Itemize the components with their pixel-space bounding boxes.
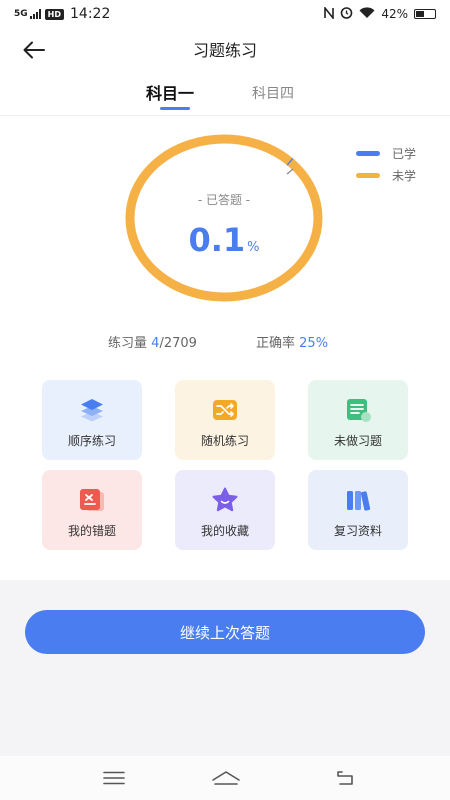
arrow-left-icon — [23, 41, 45, 59]
review-materials-tile[interactable]: 复习资料 — [308, 470, 408, 550]
action-area — [0, 580, 450, 756]
accuracy-rate: 正确率 25% — [256, 332, 328, 351]
back-button[interactable] — [18, 34, 50, 66]
legend-label-unlearned: 未学 — [391, 168, 416, 183]
tile-label: 复习资料 — [333, 524, 382, 538]
tab-subject-four[interactable]: 科目四 — [252, 83, 294, 103]
battery-percent: 42% — [381, 7, 408, 21]
divider — [0, 115, 450, 116]
wifi-icon — [359, 6, 375, 22]
shuffle-icon — [211, 396, 239, 424]
system-navigation-bar — [0, 756, 450, 800]
wrong-question-icon — [78, 486, 106, 514]
legend-item-learned: 已学 — [355, 142, 416, 164]
wrong-questions-tile[interactable]: 我的错题 — [42, 470, 142, 550]
tile-label: 随机练习 — [200, 434, 249, 448]
favorites-tile[interactable]: 我的收藏 — [175, 470, 275, 550]
continue-last-answer-button[interactable]: 继续上次答题 — [25, 610, 425, 654]
home-icon — [212, 771, 240, 785]
menu-button[interactable] — [99, 768, 129, 788]
app-header: 习题练习 — [0, 28, 450, 70]
practice-stats: 练习量 4/2709 正确率 25% — [0, 332, 450, 352]
star-icon — [211, 486, 239, 514]
tile-label: 顺序练习 — [67, 434, 116, 448]
back-icon — [337, 771, 353, 785]
page-title: 习题练习 — [192, 41, 257, 60]
ring-start-tick — [286, 168, 294, 175]
sequential-practice-tile[interactable]: 顺序练习 — [42, 380, 142, 460]
signal-icon — [29, 9, 41, 19]
layers-icon — [78, 396, 106, 424]
alarm-icon — [340, 6, 353, 22]
practice-amount-label: 练习量 — [108, 336, 148, 351]
menu-icon — [103, 771, 125, 785]
progress-ring: - 已答题 - 0.1% — [123, 133, 325, 303]
legend-item-unlearned: 未学 — [355, 164, 416, 186]
legend-swatch-learned — [355, 150, 380, 156]
practice-total-count: /2709 — [159, 336, 197, 351]
progress-legend: 已学 未学 — [355, 142, 416, 186]
accuracy-value: 25% — [299, 336, 329, 351]
nfc-icon — [324, 5, 335, 22]
legend-swatch-unlearned — [355, 172, 380, 178]
ring-learned-arc — [286, 157, 294, 166]
tab-subject-one[interactable]: 科目一 — [146, 80, 194, 104]
tile-label: 我的错题 — [67, 524, 116, 538]
answered-percent: 0.1% — [123, 221, 325, 259]
network-type: 5G — [14, 8, 28, 19]
active-tab-indicator — [160, 107, 190, 110]
hd-badge: HD — [44, 8, 64, 20]
tile-label: 未做习题 — [333, 434, 382, 448]
subject-tabs: 科目一 科目四 — [0, 76, 450, 116]
accuracy-label: 正确率 — [256, 336, 296, 351]
status-time: 14:22 — [70, 6, 111, 22]
undone-questions-tile[interactable]: 未做习题 — [308, 380, 408, 460]
random-practice-tile[interactable]: 随机练习 — [175, 380, 275, 460]
tile-label: 我的收藏 — [200, 524, 249, 538]
answered-label: - 已答题 - — [197, 193, 251, 207]
answered-unit: % — [247, 240, 260, 255]
battery-icon — [414, 9, 436, 19]
books-icon — [344, 486, 372, 514]
back-nav-button[interactable] — [331, 768, 361, 788]
practice-amount: 练习量 4/2709 — [108, 332, 197, 351]
progress-ring-graphic — [125, 134, 323, 302]
legend-label-learned: 已学 — [391, 146, 416, 161]
home-button[interactable] — [211, 768, 241, 788]
answered-value: 0.1 — [188, 221, 246, 259]
document-icon — [344, 396, 372, 424]
status-bar: 5G HD 14:22 42% — [0, 0, 450, 28]
